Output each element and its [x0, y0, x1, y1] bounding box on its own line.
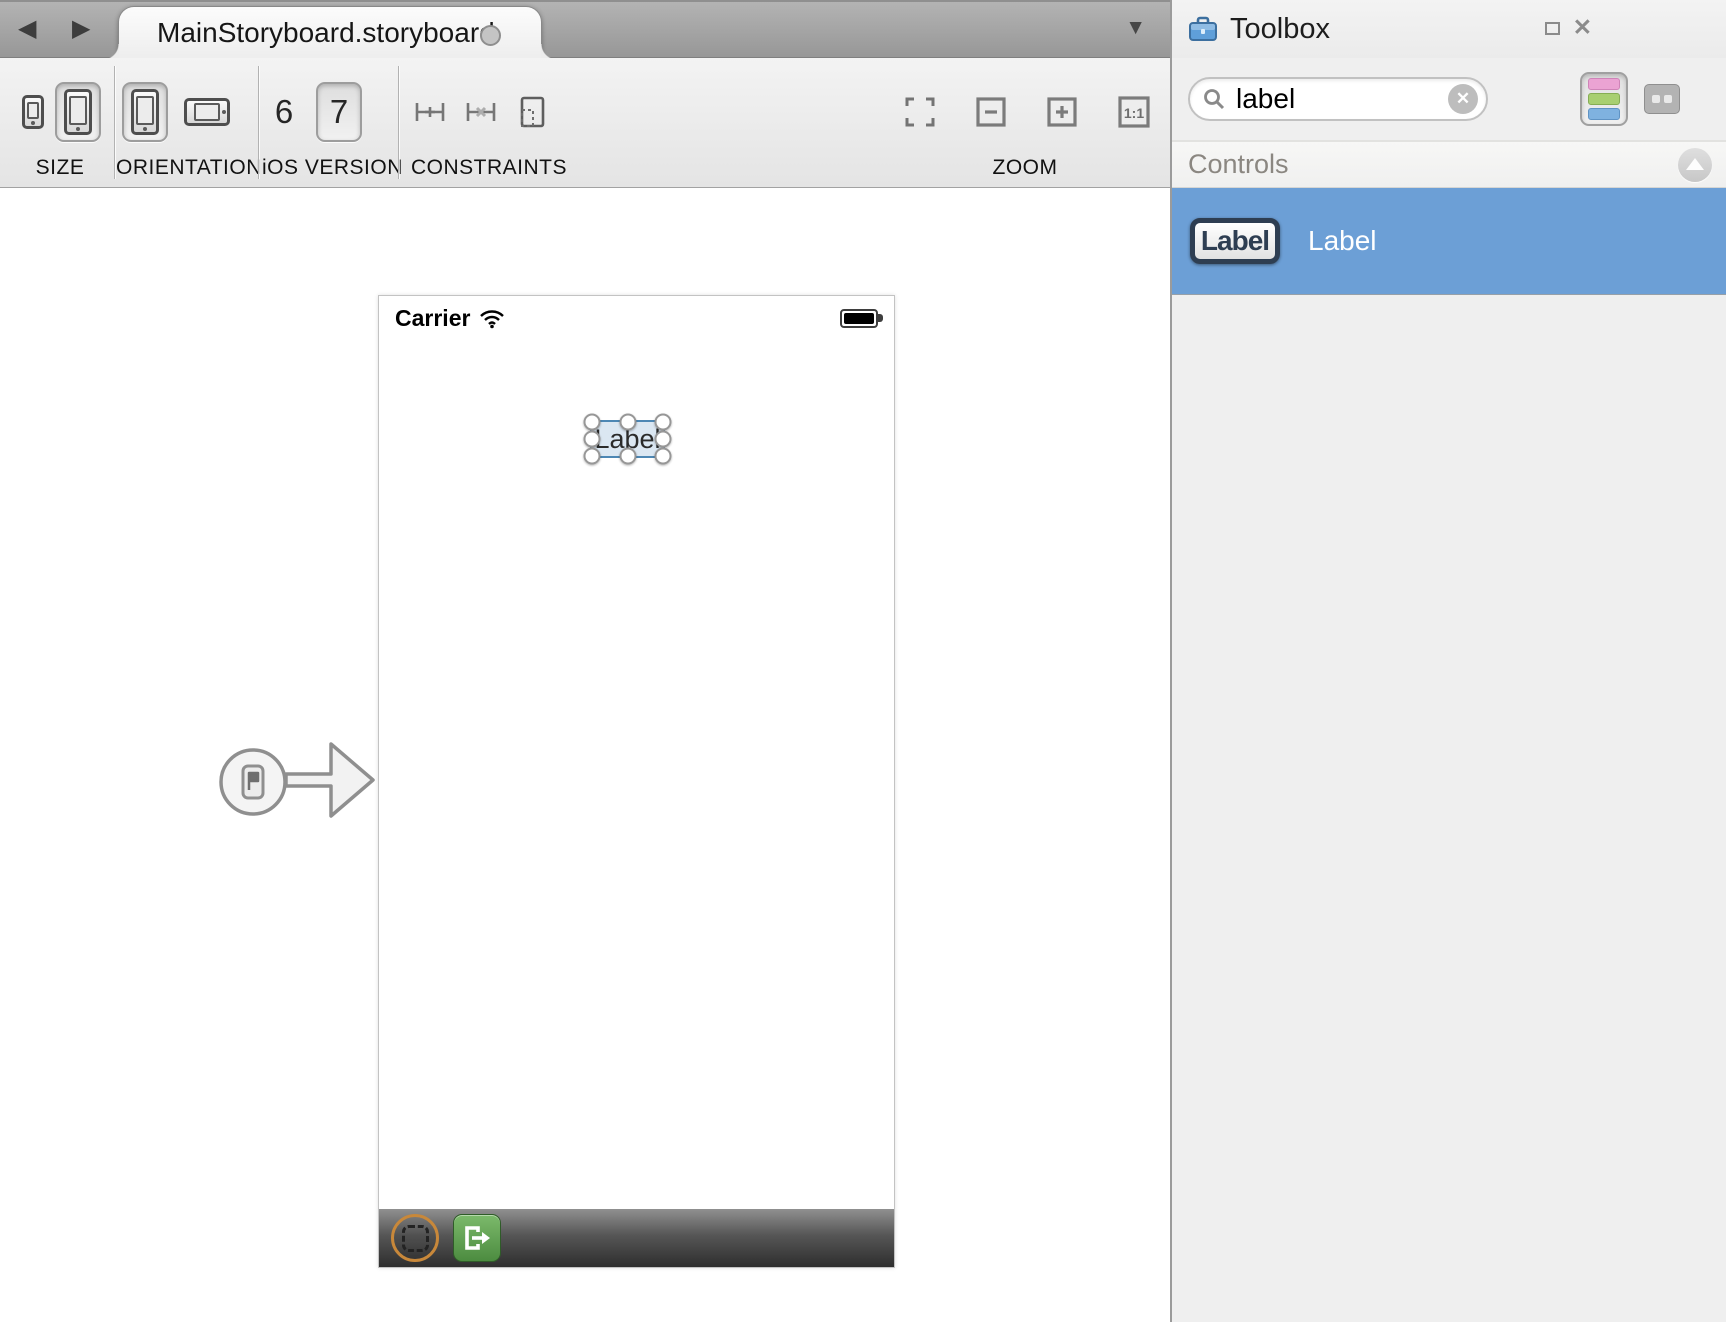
ios-version-group-label: iOS VERSION	[262, 156, 392, 180]
resize-handle-bottom-left[interactable]	[584, 448, 601, 465]
ios-version-group: 6 7 iOS VERSION	[262, 58, 392, 187]
category-bar-green-icon	[1588, 93, 1620, 105]
zoom-actual-size-icon[interactable]: 1:1	[1116, 94, 1152, 130]
tab-overflow-dropdown-icon[interactable]: ▼	[1125, 16, 1146, 40]
ios-version-7-label: 7	[318, 93, 360, 131]
orientation-group: ORIENTATION	[116, 58, 252, 187]
exit-segue-icon[interactable]	[453, 1214, 501, 1262]
status-bar: Carrier	[395, 305, 505, 332]
design-surface[interactable]: Carrier Label	[0, 188, 1170, 1322]
size-group-label: SIZE	[10, 156, 110, 180]
toolbox-title: Toolbox	[1230, 13, 1330, 46]
wifi-icon	[479, 309, 505, 329]
toolbox-search-row: ✕	[1172, 58, 1726, 140]
toolbox-search-box[interactable]: ✕	[1188, 77, 1488, 121]
panel-close-icon[interactable]: ✕	[1573, 14, 1592, 41]
category-bar-pink-icon	[1588, 78, 1620, 90]
collapse-section-button[interactable]	[1678, 148, 1712, 182]
edge-constraint-icon[interactable]	[514, 94, 550, 130]
zoom-in-icon[interactable]	[1045, 95, 1079, 129]
storyboard-designer-window: ◀ ▶ MainStoryboard.storyboard ▼ SIZE	[0, 0, 1726, 1322]
compact-view-button[interactable]	[1644, 84, 1680, 114]
forward-arrow-icon[interactable]: ▶	[72, 15, 90, 43]
resize-handle-top-left[interactable]	[584, 414, 601, 431]
toolbox-item-label-selected[interactable]: Label Label	[1172, 188, 1726, 295]
ios-version-7-button[interactable]: 7	[316, 82, 362, 142]
exit-arrow-glyph	[461, 1222, 493, 1254]
size-small-phone-icon[interactable]	[22, 95, 44, 129]
label-control-thumbnail-icon: Label	[1190, 218, 1280, 264]
battery-icon	[840, 309, 878, 328]
orientation-portrait-button[interactable]	[122, 82, 168, 142]
resize-handle-middle-right[interactable]	[655, 431, 672, 448]
zoom-actual-size-text: 1:1	[1124, 105, 1144, 121]
search-clear-icon[interactable]: ✕	[1448, 84, 1478, 114]
orientation-portrait-icon	[131, 89, 159, 135]
category-bar-blue-icon	[1588, 108, 1620, 120]
orientation-group-label: ORIENTATION	[116, 156, 252, 180]
ios-version-6-option[interactable]: 6	[262, 93, 306, 131]
carrier-text: Carrier	[395, 305, 470, 332]
document-tab-bar: ◀ ▶ MainStoryboard.storyboard ▼	[0, 0, 1170, 58]
back-arrow-icon[interactable]: ◀	[18, 15, 36, 43]
resize-handle-bottom-right[interactable]	[655, 448, 672, 465]
view-controller-canvas[interactable]: Carrier Label	[378, 295, 895, 1268]
toolbar-divider	[398, 66, 399, 179]
dashed-view-icon	[402, 1225, 429, 1252]
compact-dot-icon	[1652, 95, 1660, 103]
label-control-selected[interactable]: Label	[590, 420, 665, 458]
constraints-group: CONSTRAINTS	[404, 58, 574, 187]
resize-handle-middle-left[interactable]	[584, 431, 601, 448]
resize-handle-top-right[interactable]	[655, 414, 672, 431]
categorized-view-button[interactable]	[1580, 72, 1628, 126]
toolbox-briefcase-icon	[1188, 15, 1218, 43]
toolbox-panel: Toolbox ✕ ✕	[1170, 0, 1726, 1322]
initial-view-entry-arrow[interactable]	[210, 730, 382, 838]
resize-handle-top-center[interactable]	[619, 414, 636, 431]
constraints-group-label: CONSTRAINTS	[404, 156, 574, 180]
add-constraint-icon[interactable]	[412, 94, 448, 130]
resize-handle-bottom-center[interactable]	[619, 448, 636, 465]
chevron-up-icon	[1686, 158, 1704, 170]
size-large-phone-button[interactable]	[55, 82, 101, 142]
tab-title: MainStoryboard.storyboard	[157, 7, 495, 59]
size-group: SIZE	[10, 58, 110, 187]
zoom-group-label: ZOOM	[893, 156, 1157, 180]
compact-dot-icon	[1664, 95, 1672, 103]
panel-dock-icon[interactable]	[1545, 22, 1560, 35]
size-large-phone-icon	[64, 89, 92, 135]
view-controller-dock-icon[interactable]	[391, 1214, 439, 1262]
toolbox-search-input[interactable]	[1234, 82, 1448, 116]
tab-dirty-indicator[interactable]	[480, 25, 501, 46]
controls-section-title: Controls	[1188, 149, 1678, 180]
toolbox-header: Toolbox ✕	[1172, 0, 1726, 58]
label-thumbnail-text: Label	[1201, 225, 1269, 257]
designer-toolbar: SIZE ORIENTATION 6 7 iOS VERSION	[0, 58, 1170, 188]
search-icon	[1203, 88, 1225, 110]
remove-constraint-icon[interactable]	[463, 94, 499, 130]
zoom-out-icon[interactable]	[974, 95, 1008, 129]
controls-section-header[interactable]: Controls	[1172, 140, 1726, 188]
zoom-group: 1:1 ZOOM	[893, 58, 1157, 187]
tab-mainstoryboard[interactable]: MainStoryboard.storyboard	[118, 6, 542, 60]
zoom-fit-icon[interactable]	[903, 95, 937, 129]
scene-dock-bar	[379, 1209, 894, 1267]
toolbar-divider	[114, 66, 115, 179]
orientation-landscape-icon[interactable]	[184, 98, 230, 126]
toolbar-divider	[258, 66, 259, 179]
toolbox-item-name: Label	[1308, 225, 1377, 257]
